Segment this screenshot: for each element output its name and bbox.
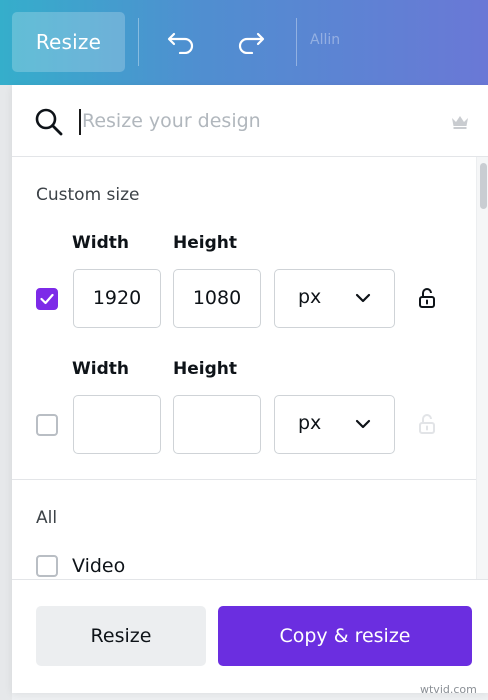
custom-size-heading: Custom size bbox=[36, 185, 140, 205]
video-option-label[interactable]: Video bbox=[72, 555, 125, 577]
editor-toolbar: Resize Allin bbox=[0, 0, 488, 85]
copy-and-resize-button[interactable]: Copy & resize bbox=[218, 606, 472, 666]
checkmark-icon bbox=[40, 293, 54, 305]
crown-icon bbox=[452, 116, 468, 129]
height-input[interactable] bbox=[173, 395, 261, 454]
scrollbar-thumb[interactable] bbox=[480, 163, 487, 209]
undo-icon bbox=[167, 32, 194, 54]
height-label: Height bbox=[173, 359, 237, 379]
search-bar bbox=[12, 85, 488, 157]
unlock-icon[interactable] bbox=[418, 287, 436, 309]
unlock-icon bbox=[419, 414, 435, 434]
width-label: Width bbox=[72, 359, 129, 379]
resize-options-list[interactable]: Custom size Width Height 1920 1080 px Wi… bbox=[12, 157, 477, 579]
search-icon bbox=[35, 108, 63, 136]
custom-size-checkbox[interactable] bbox=[36, 414, 58, 436]
width-label: Width bbox=[72, 233, 129, 253]
chevron-down-icon bbox=[355, 419, 371, 429]
panel-footer: Resize Copy & resize bbox=[12, 579, 488, 693]
width-input[interactable] bbox=[73, 395, 161, 454]
unit-select[interactable]: px bbox=[274, 395, 395, 454]
section-divider bbox=[12, 479, 477, 480]
width-input[interactable]: 1920 bbox=[73, 269, 161, 328]
undo-button[interactable] bbox=[161, 22, 201, 62]
text-cursor bbox=[79, 109, 81, 135]
toolbar-divider bbox=[138, 18, 139, 66]
unit-select-value: px bbox=[298, 412, 322, 434]
toolbar-divider bbox=[296, 18, 297, 66]
unit-select-value: px bbox=[298, 286, 322, 308]
watermark: wtvid.com bbox=[420, 683, 477, 696]
height-input[interactable]: 1080 bbox=[173, 269, 261, 328]
resize-menu-button[interactable]: Resize bbox=[12, 12, 125, 72]
resize-button[interactable]: Resize bbox=[36, 606, 206, 666]
height-label: Height bbox=[173, 233, 237, 253]
custom-size-checkbox[interactable] bbox=[36, 288, 58, 310]
redo-button[interactable] bbox=[231, 22, 271, 62]
video-checkbox[interactable] bbox=[36, 555, 58, 577]
unit-select[interactable]: px bbox=[274, 269, 395, 328]
chevron-down-icon bbox=[355, 293, 371, 303]
resize-panel: Custom size Width Height 1920 1080 px Wi… bbox=[12, 85, 488, 693]
all-heading: All bbox=[36, 508, 58, 528]
canvas-background bbox=[0, 85, 12, 700]
redo-icon bbox=[238, 32, 265, 54]
resize-search-input[interactable] bbox=[78, 105, 442, 137]
scrollbar[interactable] bbox=[476, 157, 488, 579]
toolbar-faded-label: Allin bbox=[310, 32, 341, 48]
